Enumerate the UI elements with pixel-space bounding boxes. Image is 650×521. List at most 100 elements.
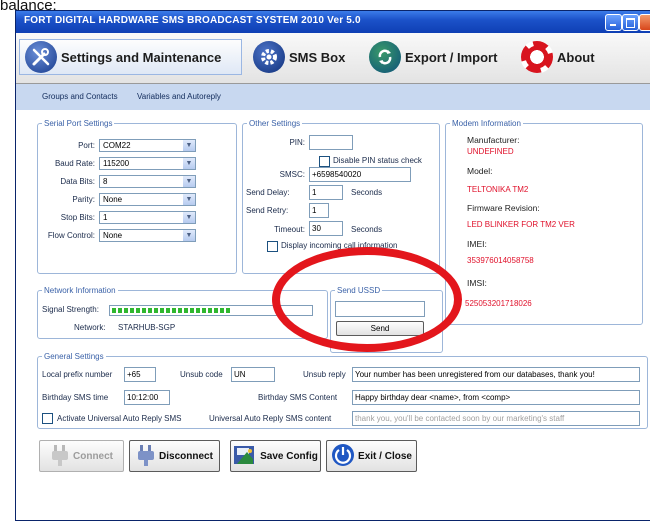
group-title: Modem Information — [450, 119, 523, 128]
select-value: 8 — [103, 177, 108, 186]
title-bar[interactable]: FORT DIGITAL HARDWARE SMS BROADCAST SYST… — [16, 11, 650, 33]
tab-label: Settings and Maintenance — [61, 49, 222, 65]
group-title: Network Information — [42, 286, 118, 295]
model-value: TELTONIKA TM2 — [467, 185, 529, 194]
chevron-down-icon[interactable]: ▼ — [183, 140, 195, 151]
network-label: Network: — [74, 323, 106, 332]
highlight-circle — [272, 247, 462, 352]
imsi-label: IMSI: — [467, 278, 487, 288]
exit-close-button[interactable]: Exit / Close — [326, 440, 417, 472]
select-value: None — [103, 231, 123, 240]
parity-select[interactable]: None ▼ — [99, 193, 196, 206]
tab-settings-maintenance[interactable]: Settings and Maintenance — [19, 39, 242, 75]
baud-rate-label: Baud Rate: — [54, 159, 95, 168]
lifebuoy-icon — [521, 41, 553, 73]
display-incoming-checkbox[interactable] — [267, 241, 278, 252]
manufacturer-label: Manufacturer: — [467, 135, 520, 145]
button-label: Exit / Close — [358, 450, 412, 462]
pin-input[interactable] — [309, 135, 353, 150]
send-delay-input[interactable]: 1 — [309, 185, 343, 200]
sub-tabs-bar: Groups and Contacts Variables and Autore… — [16, 84, 650, 111]
flow-control-select[interactable]: None ▼ — [99, 229, 196, 242]
birthday-content-input[interactable]: Happy birthday dear <name>, from <comp> — [352, 390, 640, 405]
send-retry-label: Send Retry: — [246, 206, 289, 215]
local-prefix-input[interactable]: +65 — [124, 367, 156, 382]
send-retry-input[interactable]: 1 — [309, 203, 329, 218]
button-label: Disconnect — [159, 450, 213, 462]
tab-label: About — [557, 49, 595, 65]
manufacturer-value: UNDEFINED — [467, 147, 514, 156]
data-bits-label: Data Bits: — [60, 177, 95, 186]
auto-reply-content-label: Universal Auto Reply SMS content — [209, 414, 332, 423]
chevron-down-icon[interactable]: ▼ — [183, 212, 195, 223]
tab-sms-box[interactable]: SMS Box — [248, 39, 360, 75]
main-toolbar: Settings and Maintenance SMS Box Export … — [16, 33, 650, 84]
unsub-reply-input[interactable]: Your number has been unregistered from o… — [352, 367, 640, 382]
button-label: Save Config — [260, 450, 318, 462]
unsub-code-label: Unsub code — [180, 370, 223, 379]
auto-reply-content-input[interactable]: thank you, you'll be contacted soon by o… — [352, 411, 640, 426]
disconnect-button[interactable]: Disconnect — [129, 440, 220, 472]
sync-arrows-icon — [369, 41, 401, 73]
smsc-label: SMSC: — [279, 170, 305, 179]
activate-auto-reply-checkbox[interactable] — [42, 413, 53, 424]
minimize-button[interactable] — [605, 14, 622, 31]
tab-export-import[interactable]: Export / Import — [364, 39, 514, 75]
imsi-value: 525053201718026 — [465, 299, 532, 308]
birthday-time-input[interactable]: 10:12:00 — [124, 390, 170, 405]
chevron-down-icon[interactable]: ▼ — [183, 230, 195, 241]
parity-label: Parity: — [72, 195, 95, 204]
chevron-down-icon[interactable]: ▼ — [183, 176, 195, 187]
tab-label: SMS Box — [289, 49, 346, 65]
button-label: Connect — [73, 450, 113, 462]
model-label: Model: — [467, 166, 493, 176]
select-value: None — [103, 195, 123, 204]
smsc-input[interactable]: +6598540020 — [309, 167, 411, 182]
unsub-reply-label: Unsub reply — [303, 370, 346, 379]
port-label: Port: — [78, 141, 95, 150]
activate-auto-reply-label: Activate Universal Auto Reply SMS — [57, 414, 182, 423]
data-bits-select[interactable]: 8 ▼ — [99, 175, 196, 188]
subtab-groups-contacts[interactable]: Groups and Contacts — [42, 92, 118, 101]
imei-value: 353976014058758 — [467, 256, 534, 265]
save-config-icon — [233, 443, 257, 469]
send-delay-label: Send Delay: — [246, 188, 290, 197]
imei-label: IMEI: — [467, 239, 487, 249]
timeout-label: Timeout: — [274, 225, 305, 234]
disable-pin-checkbox[interactable] — [319, 156, 330, 167]
chevron-down-icon[interactable]: ▼ — [183, 194, 195, 205]
timeout-input[interactable]: 30 — [309, 221, 343, 236]
window-title: FORT DIGITAL HARDWARE SMS BROADCAST SYST… — [24, 15, 361, 26]
port-select[interactable]: COM22 ▼ — [99, 139, 196, 152]
tab-label: Export / Import — [405, 49, 498, 65]
minimize-icon — [610, 24, 616, 26]
signal-strength-label: Signal Strength: — [42, 305, 99, 314]
timeout-unit: Seconds — [351, 225, 383, 234]
save-config-button[interactable]: Save Config — [230, 440, 321, 472]
stop-bits-select[interactable]: 1 ▼ — [99, 211, 196, 224]
modem-info-group: Modem Information Manufacturer: UNDEFINE… — [445, 119, 643, 325]
birthday-content-label: Birthday SMS Content — [258, 393, 338, 402]
general-settings-group: General Settings Local prefix number +65… — [37, 352, 648, 429]
flow-control-label: Flow Control: — [47, 231, 95, 240]
connect-button[interactable]: Connect — [39, 440, 124, 472]
serial-port-group: Serial Port Settings Port: COM22 ▼ Baud R… — [37, 119, 237, 274]
close-button[interactable] — [639, 14, 650, 31]
group-title: General Settings — [42, 352, 106, 361]
group-title: Serial Port Settings — [42, 119, 115, 128]
maximize-icon — [626, 18, 635, 28]
wrench-screwdriver-icon — [25, 41, 57, 73]
select-value: COM22 — [103, 141, 131, 150]
select-value: 115200 — [103, 159, 130, 168]
birthday-time-label: Birthday SMS time — [42, 393, 109, 402]
maximize-button[interactable] — [622, 14, 639, 31]
chevron-down-icon[interactable]: ▼ — [183, 158, 195, 169]
unsub-code-input[interactable]: UN — [231, 367, 275, 382]
firmware-label: Firmware Revision: — [467, 203, 540, 213]
pin-label: PIN: — [289, 138, 305, 147]
select-value: 1 — [103, 213, 108, 222]
subtab-variables-autoreply[interactable]: Variables and Autoreply — [137, 92, 221, 101]
tab-about[interactable]: About — [516, 39, 606, 75]
stop-bits-label: Stop Bits: — [60, 213, 95, 222]
baud-rate-select[interactable]: 115200 ▼ — [99, 157, 196, 170]
